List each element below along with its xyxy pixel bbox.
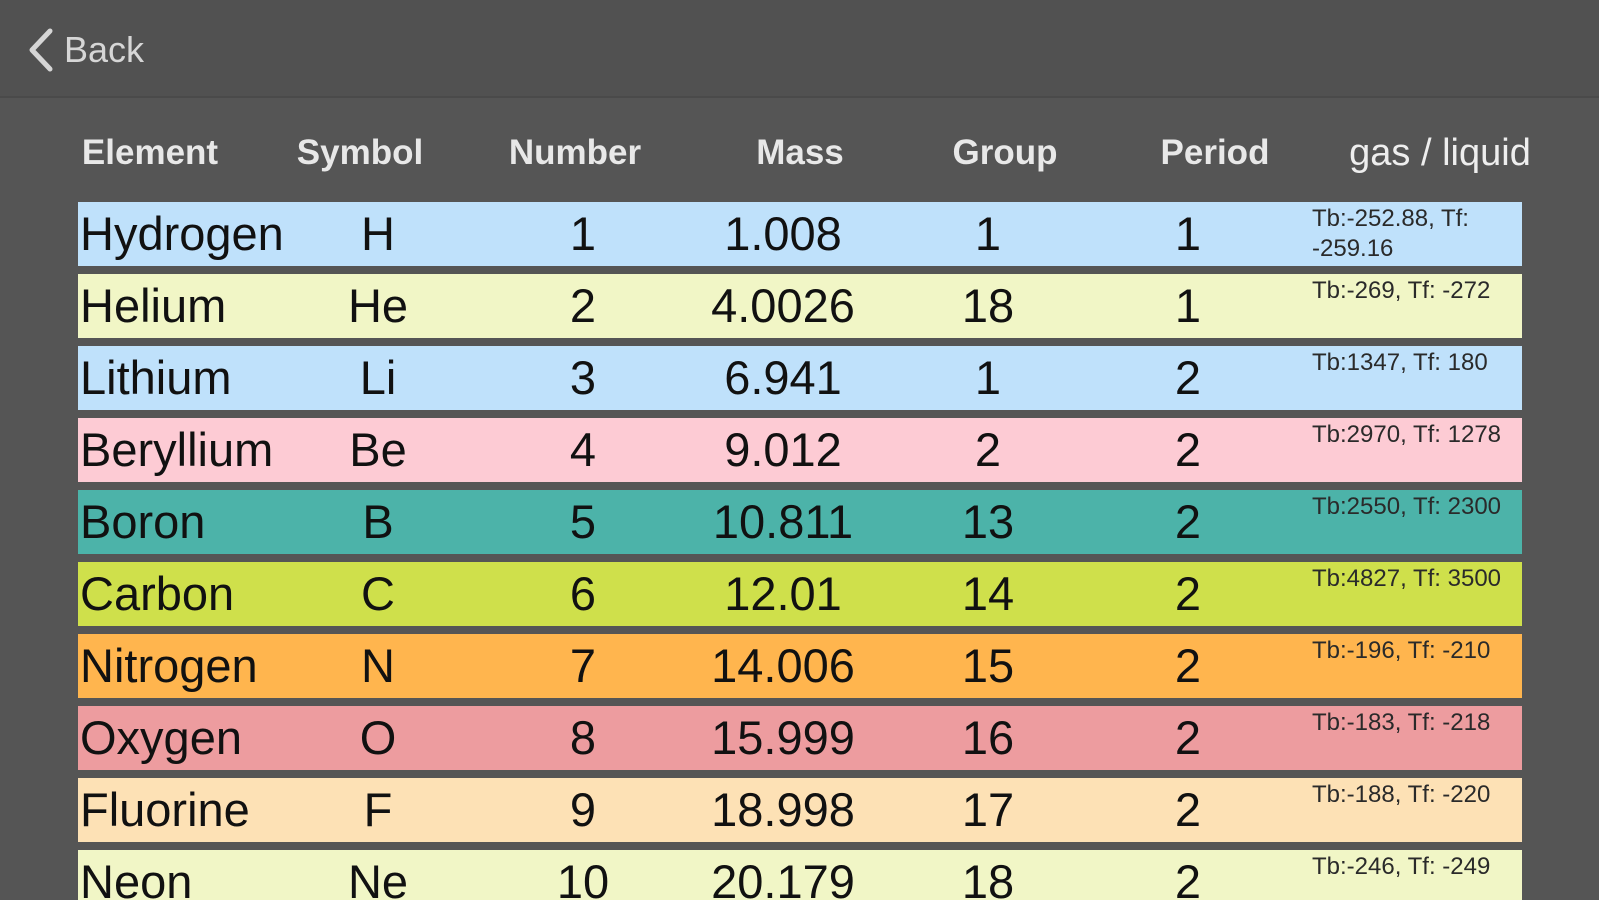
cell-name: Fluorine [80, 783, 250, 836]
cell-number: 6 [569, 567, 597, 620]
header-symbol: Symbol [296, 133, 424, 172]
cell-name: Oxygen [80, 711, 242, 764]
cell-state: Tb:-196, Tf: -210 [1312, 637, 1491, 664]
cell-name: Nitrogen [80, 639, 258, 692]
cell-state: Tb:4827, Tf: 3500 [1312, 565, 1502, 592]
cell-symbol: N [361, 639, 395, 692]
cell-name: Boron [80, 495, 206, 548]
cell-name: Neon [80, 855, 193, 900]
cell-symbol: H [361, 207, 395, 260]
cell-state: Tb:-246, Tf: -249 [1312, 853, 1491, 880]
cell-mass: 1.008 [724, 207, 842, 260]
cell-group: 2 [974, 423, 1002, 476]
cell-number: 1 [569, 207, 597, 260]
cell-group: 15 [961, 639, 1015, 692]
header-mass: Mass [756, 133, 844, 172]
cell-symbol: Be [349, 423, 407, 476]
cell-group: 1 [974, 207, 1002, 260]
table-row[interactable]: Hydrogen H 1 1.008 1 1 Tb:-252.88, Tf: -259.16 [78, 202, 1522, 266]
cell-symbol: B [362, 495, 394, 548]
header-period: Period [1160, 133, 1270, 172]
cell-period: 2 [1174, 567, 1202, 620]
cell-state: Tb:-269, Tf: -272 [1312, 277, 1491, 304]
cell-mass: 18.998 [711, 783, 855, 836]
table-row[interactable]: Oxygen O 8 15.999 16 2 Tb:-183, Tf: -218 [78, 706, 1522, 770]
cell-number: 3 [569, 351, 597, 404]
cell-number: 4 [569, 423, 597, 476]
table-row[interactable]: Beryllium Be 4 9.012 2 2 Tb:2970, Tf: 1278 [78, 418, 1522, 482]
cell-name: Carbon [80, 567, 235, 620]
cell-symbol: He [347, 279, 409, 332]
cell-mass: 20.179 [711, 855, 855, 900]
cell-name: Beryllium [80, 423, 274, 476]
header-element: Element [81, 133, 219, 172]
back-button[interactable]: Back [26, 26, 144, 74]
cell-group: 13 [961, 495, 1015, 548]
table-row[interactable]: Nitrogen N 7 14.006 15 2 Tb:-196, Tf: -210 [78, 634, 1522, 698]
element-table: Hydrogen H 1 1.008 1 1 Tb:-252.88, Tf: -259.16… [78, 202, 1522, 900]
table-row[interactable]: Boron B 5 10.811 13 2 Tb:2550, Tf: 2300 [78, 490, 1522, 554]
cell-symbol: Li [359, 351, 397, 404]
cell-period: 2 [1174, 711, 1202, 764]
cell-symbol: C [361, 567, 395, 620]
cell-mass: 10.811 [712, 495, 854, 548]
cell-number: 7 [569, 639, 597, 692]
cell-number: 9 [569, 783, 597, 836]
cell-mass: 15.999 [711, 711, 855, 764]
cell-period: 2 [1174, 423, 1202, 476]
cell-number: 10 [556, 855, 610, 900]
app-window: Back Element Symbol Number Mass Group Pe… [0, 0, 1599, 900]
cell-name: Lithium [80, 351, 232, 404]
table-row[interactable]: Helium He 2 4.0026 18 1 Tb:-269, Tf: -272 [78, 274, 1522, 338]
header-number: Number [508, 133, 642, 172]
cell-symbol: Ne [347, 855, 409, 900]
cell-group: 1 [974, 351, 1002, 404]
cell-period: 2 [1174, 639, 1202, 692]
cell-state: Tb:-183, Tf: -218 [1312, 709, 1491, 736]
cell-mass: 12.01 [724, 567, 842, 620]
table-header: Element Symbol Number Mass Group Period … [0, 128, 1599, 178]
cell-number: 8 [569, 711, 597, 764]
navigation-bar: Back [0, 0, 1599, 98]
cell-period: 2 [1174, 351, 1202, 404]
cell-name: Helium [80, 279, 227, 332]
header-group: Group [952, 133, 1058, 172]
cell-state: Tb:-188, Tf: -220 [1312, 781, 1491, 808]
chevron-left-icon [29, 28, 53, 72]
table-row[interactable]: Carbon C 6 12.01 14 2 Tb:4827, Tf: 3500 [78, 562, 1522, 626]
cell-symbol: O [359, 711, 397, 764]
cell-number: 5 [569, 495, 597, 548]
cell-state: Tb:-252.88, Tf: -259.16 [1312, 205, 1469, 262]
cell-group: 18 [961, 855, 1015, 900]
header-gas-liquid: gas / liquid [1349, 132, 1531, 174]
cell-period: 2 [1174, 495, 1202, 548]
cell-mass: 6.941 [724, 351, 842, 404]
cell-period: 1 [1174, 207, 1202, 260]
cell-group: 18 [961, 279, 1015, 332]
cell-number: 2 [569, 279, 597, 332]
cell-state: Tb:1347, Tf: 180 [1312, 349, 1488, 376]
cell-group: 17 [961, 783, 1015, 836]
cell-group: 14 [961, 567, 1015, 620]
cell-symbol: F [363, 783, 393, 836]
table-row[interactable]: Fluorine F 9 18.998 17 2 Tb:-188, Tf: -220 [78, 778, 1522, 842]
table-row[interactable]: Neon Ne 10 20.179 18 2 Tb:-246, Tf: -249 [78, 850, 1522, 900]
cell-period: 2 [1174, 783, 1202, 836]
cell-group: 16 [961, 711, 1015, 764]
cell-mass: 9.012 [724, 423, 842, 476]
cell-mass: 4.0026 [711, 279, 855, 332]
cell-state: Tb:2970, Tf: 1278 [1312, 421, 1502, 448]
cell-name: Hydrogen [80, 207, 284, 260]
cell-period: 1 [1174, 279, 1202, 332]
cell-period: 2 [1174, 855, 1202, 900]
back-label: Back [64, 29, 145, 70]
cell-state: Tb:2550, Tf: 2300 [1312, 493, 1502, 520]
cell-mass: 14.006 [711, 639, 855, 692]
table-row[interactable]: Lithium Li 3 6.941 1 2 Tb:1347, Tf: 180 [78, 346, 1522, 410]
